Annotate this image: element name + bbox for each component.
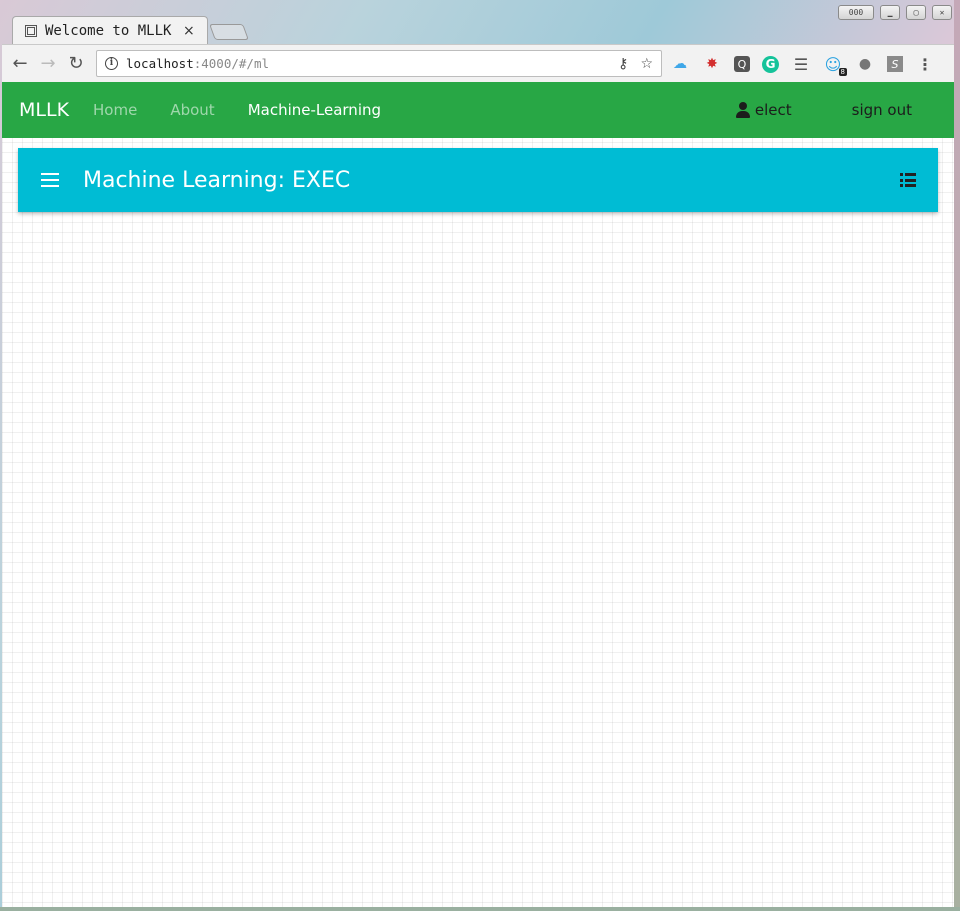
key-icon[interactable]: ⚷ (618, 56, 628, 72)
nav-link-home[interactable]: Home (93, 101, 137, 119)
sign-out-link[interactable]: sign out (852, 101, 912, 119)
brand-link[interactable]: MLLK (19, 99, 69, 121)
nav-link-about[interactable]: About (170, 101, 214, 119)
page-title: Machine Learning: EXEC (83, 167, 351, 193)
back-icon[interactable]: ← (6, 53, 34, 74)
page-favicon-icon (25, 24, 37, 37)
address-bar[interactable]: i localhost:4000/#/ml ⚷ ☆ (96, 50, 662, 77)
info-icon[interactable]: i (105, 57, 118, 70)
cloud-icon[interactable]: ☁ (670, 54, 690, 74)
dots-icon[interactable]: ● (855, 54, 875, 74)
new-tab-button[interactable] (209, 24, 249, 40)
close-window-button[interactable]: ✕ (932, 5, 952, 20)
tab-title: Welcome to MLLK (45, 22, 172, 39)
page-viewport: MLLK Home About Machine-Learning elect s… (2, 82, 954, 907)
bug-icon[interactable]: ✸ (702, 54, 722, 74)
lines-icon[interactable]: ☰ (791, 54, 811, 74)
window-bottom-edge (0, 907, 960, 911)
url-text[interactable]: localhost:4000/#/ml (126, 56, 269, 71)
grammarly-icon[interactable]: G (762, 55, 779, 73)
s-icon[interactable]: S (887, 56, 903, 72)
top-navbar: MLLK Home About Machine-Learning elect s… (2, 82, 954, 138)
browser-menu-icon[interactable]: ⋮ (915, 54, 935, 74)
window-menu-button[interactable]: 000 (838, 5, 874, 20)
ghost-icon[interactable]: ☺ 8 (823, 54, 847, 76)
user-icon (735, 102, 751, 118)
user-name: elect (754, 101, 792, 119)
minimize-button[interactable]: ▁ (880, 5, 900, 20)
list-view-icon[interactable] (900, 173, 916, 187)
ghost-badge: 8 (838, 68, 847, 76)
window-controls: 000 ▁ ▢ ✕ (838, 5, 952, 20)
reload-icon[interactable]: ↻ (62, 53, 90, 74)
app-bar: Machine Learning: EXEC (18, 148, 938, 212)
browser-toolbar: ← → ↻ i localhost:4000/#/ml ⚷ ☆ ☁ ✸ Q G … (2, 44, 956, 82)
browser-tab[interactable]: Welcome to MLLK × (12, 16, 208, 44)
browser-titlebar: 000 ▁ ▢ ✕ Welcome to MLLK × (0, 0, 960, 44)
extension-bar: ☁ ✸ Q G ☰ ☺ 8 ● S ⋮ (670, 54, 935, 76)
forward-icon[interactable]: → (34, 53, 62, 74)
user-link[interactable]: elect (735, 101, 792, 119)
star-icon[interactable]: ☆ (640, 56, 653, 72)
tab-close-icon[interactable]: × (183, 23, 195, 39)
q-icon[interactable]: Q (734, 56, 750, 72)
window-edge (954, 0, 960, 911)
hamburger-menu-icon[interactable] (41, 173, 59, 187)
maximize-button[interactable]: ▢ (906, 5, 926, 20)
nav-link-machine-learning[interactable]: Machine-Learning (248, 101, 381, 119)
